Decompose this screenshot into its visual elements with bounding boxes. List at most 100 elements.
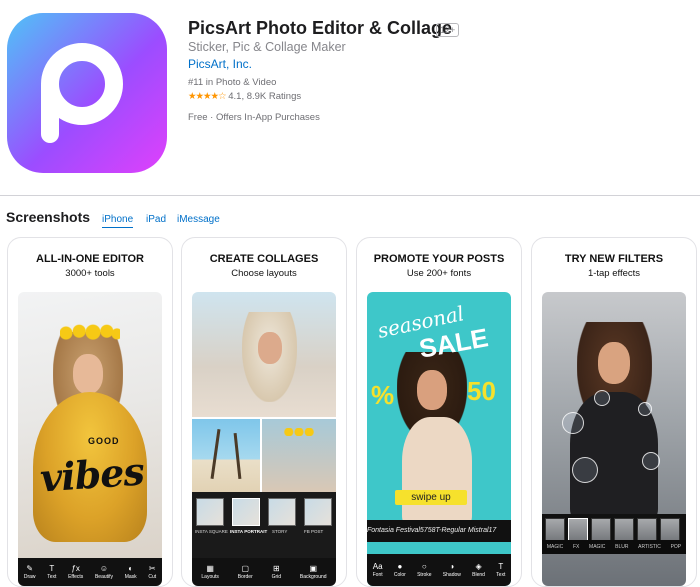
palm-tree [233,432,242,480]
filter-category-bar: MAGIC FX MAGIC BLUR ARTISTIC POP [542,540,686,554]
photo-face [73,354,103,394]
bubble [562,412,584,434]
layout-thumbnail [304,498,332,526]
photo-face [598,342,630,384]
blend-icon: ◈ [475,562,482,571]
screenshot-card-filters[interactable]: TRY NEW FILTERS 1-tap effects MAGIC FX M… [531,237,697,587]
font-icon: Aa [372,562,383,571]
screenshot-image: INSTA SQUARE INSTA PORTRAIT STORY FB POS… [192,292,336,586]
app-title: PicsArt Photo Editor & Collage [188,18,453,38]
tool-cut: ✂ Cut [148,564,157,580]
face-icon: ☺ [99,564,109,573]
screenshot-image: GOOD vibes ✎ Draw T Text ƒx Effects ☺ Beauti… [18,292,162,586]
tool-text: T Text [496,562,506,578]
bubble [642,452,660,470]
text-toolbar: Aa Font ● Color ○ Stroke ◑ Shadow ◈ Blend T Te… [367,554,511,586]
tab-ipad[interactable]: iPad [146,214,166,225]
card-subtitle: Choose layouts [231,268,297,279]
card-subtitle: 3000+ tools [65,268,115,279]
filter-label: MAGIC [589,544,606,550]
collage-toolbar: ▦ Layouts ▢ Border ⊞ Grid ▣ Background [192,558,336,586]
layout-picker: INSTA SQUARE INSTA PORTRAIT STORY FB POS… [192,492,336,558]
layout-thumbnail [232,498,260,526]
brush-icon: ✎ [26,564,34,573]
shadow-icon: ◑ [449,562,455,571]
filter-picker: MAGIC FX MAGIC BLUR ARTISTIC POP [542,514,686,554]
layout-thumbnail [268,498,296,526]
tool-grid: ⊞ Grid [271,564,282,580]
developer-link[interactable]: PicsArt, Inc. [188,57,252,71]
collage-photo-portrait [262,419,336,492]
layout-label: INSTA PORTRAIT [230,529,268,534]
card-title: PROMOTE YOUR POSTS [373,253,505,265]
tool-shadow: ◑ Shadow [442,562,461,578]
tool-draw: ✎ Draw [23,564,36,580]
tool-layouts: ▦ Layouts [201,564,219,580]
layout-label: STORY [272,529,288,534]
tool-beautify: ☺ Beautify [94,564,114,580]
palm-tree [210,429,221,479]
screenshot-card-editor[interactable]: ALL-IN-ONE EDITOR 3000+ tools GOOD vibes… [7,237,173,587]
text-icon: T [49,564,55,573]
filter-label: MAGIC [546,544,564,550]
text-icon: T [498,562,504,571]
tool-border: ▢ Border [237,564,253,580]
filter-label: POP [670,544,682,550]
overlay-percent: % [371,380,395,410]
bubble [594,390,610,406]
screenshot-card-promote[interactable]: PROMOTE YOUR POSTS Use 200+ fonts season… [356,237,522,587]
card-title: TRY NEW FILTERS [564,253,664,265]
tab-iphone[interactable]: iPhone [102,214,134,228]
stroke-icon: ○ [421,562,427,571]
tool-effects: ƒx Effects [68,564,84,580]
scissors-icon: ✂ [148,564,156,573]
card-subtitle: 1-tap effects [587,268,641,279]
tool-color: ● Color [393,562,406,578]
background-icon: ▣ [309,564,317,573]
card-title: CREATE COLLAGES [209,253,319,265]
app-icon [7,13,167,173]
flower-crown-sticker [60,324,120,342]
tool-background: ▣ Background [299,564,327,580]
tool-blend: ◈ Blend [472,562,485,578]
layout-thumbnail [196,498,224,526]
picsart-logo-stem [41,85,59,143]
overlay-text-good: GOOD [88,436,120,446]
filter-label: BLUR [615,544,629,550]
app-subtitle: Sticker, Pic & Collage Maker [188,40,346,54]
category-rank: #11 in Photo & Video [188,77,277,88]
bubble [638,402,652,416]
screenshots-heading: Screenshots [6,209,91,225]
grid-icon: ⊞ [272,564,280,573]
collage-photo-beach [192,419,260,492]
border-icon: ▢ [241,564,250,573]
star-rating-icon: ★★★★☆ [188,91,227,102]
color-icon: ● [397,562,403,571]
rating-text: 4.1, 8.9K Ratings [228,91,302,102]
font-picker: Fontasia Festival5758T-Regular Mistral17 [367,520,511,542]
tool-stroke: ○ Stroke [417,562,432,578]
card-subtitle: Use 200+ fonts [406,268,472,279]
grid-icon: ▦ [206,564,214,573]
screenshot-image: seasonal SALE % 50 swipe up Fontasia Fes… [367,292,511,586]
tab-imessage[interactable]: iMessage [177,214,220,225]
filter-label: FX [572,544,580,550]
tool-font: Aa Font [372,562,383,578]
screenshot-image: MAGIC FX MAGIC BLUR ARTISTIC POP [542,292,686,586]
tool-mask: ◐ Mask [124,564,137,580]
price-info: Free · Offers In-App Purchases [188,112,320,123]
photo-face [417,370,447,410]
layout-label: INSTA SQUARE [195,529,228,534]
screenshot-card-collages[interactable]: CREATE COLLAGES Choose layouts INSTA SQU… [181,237,347,587]
collage-photo-top [192,292,336,417]
overlay-text-vibes: vibes [38,448,146,501]
layout-label: FB POST [304,529,324,534]
fx-icon: ƒx [71,564,80,573]
photo-face [258,332,282,364]
swipe-up-button: swipe up [395,490,467,505]
flower-crown-sticker [282,428,316,436]
card-title: ALL-IN-ONE EDITOR [36,253,144,265]
photo-body [402,417,472,527]
bubble [572,457,598,483]
section-divider [0,195,700,196]
